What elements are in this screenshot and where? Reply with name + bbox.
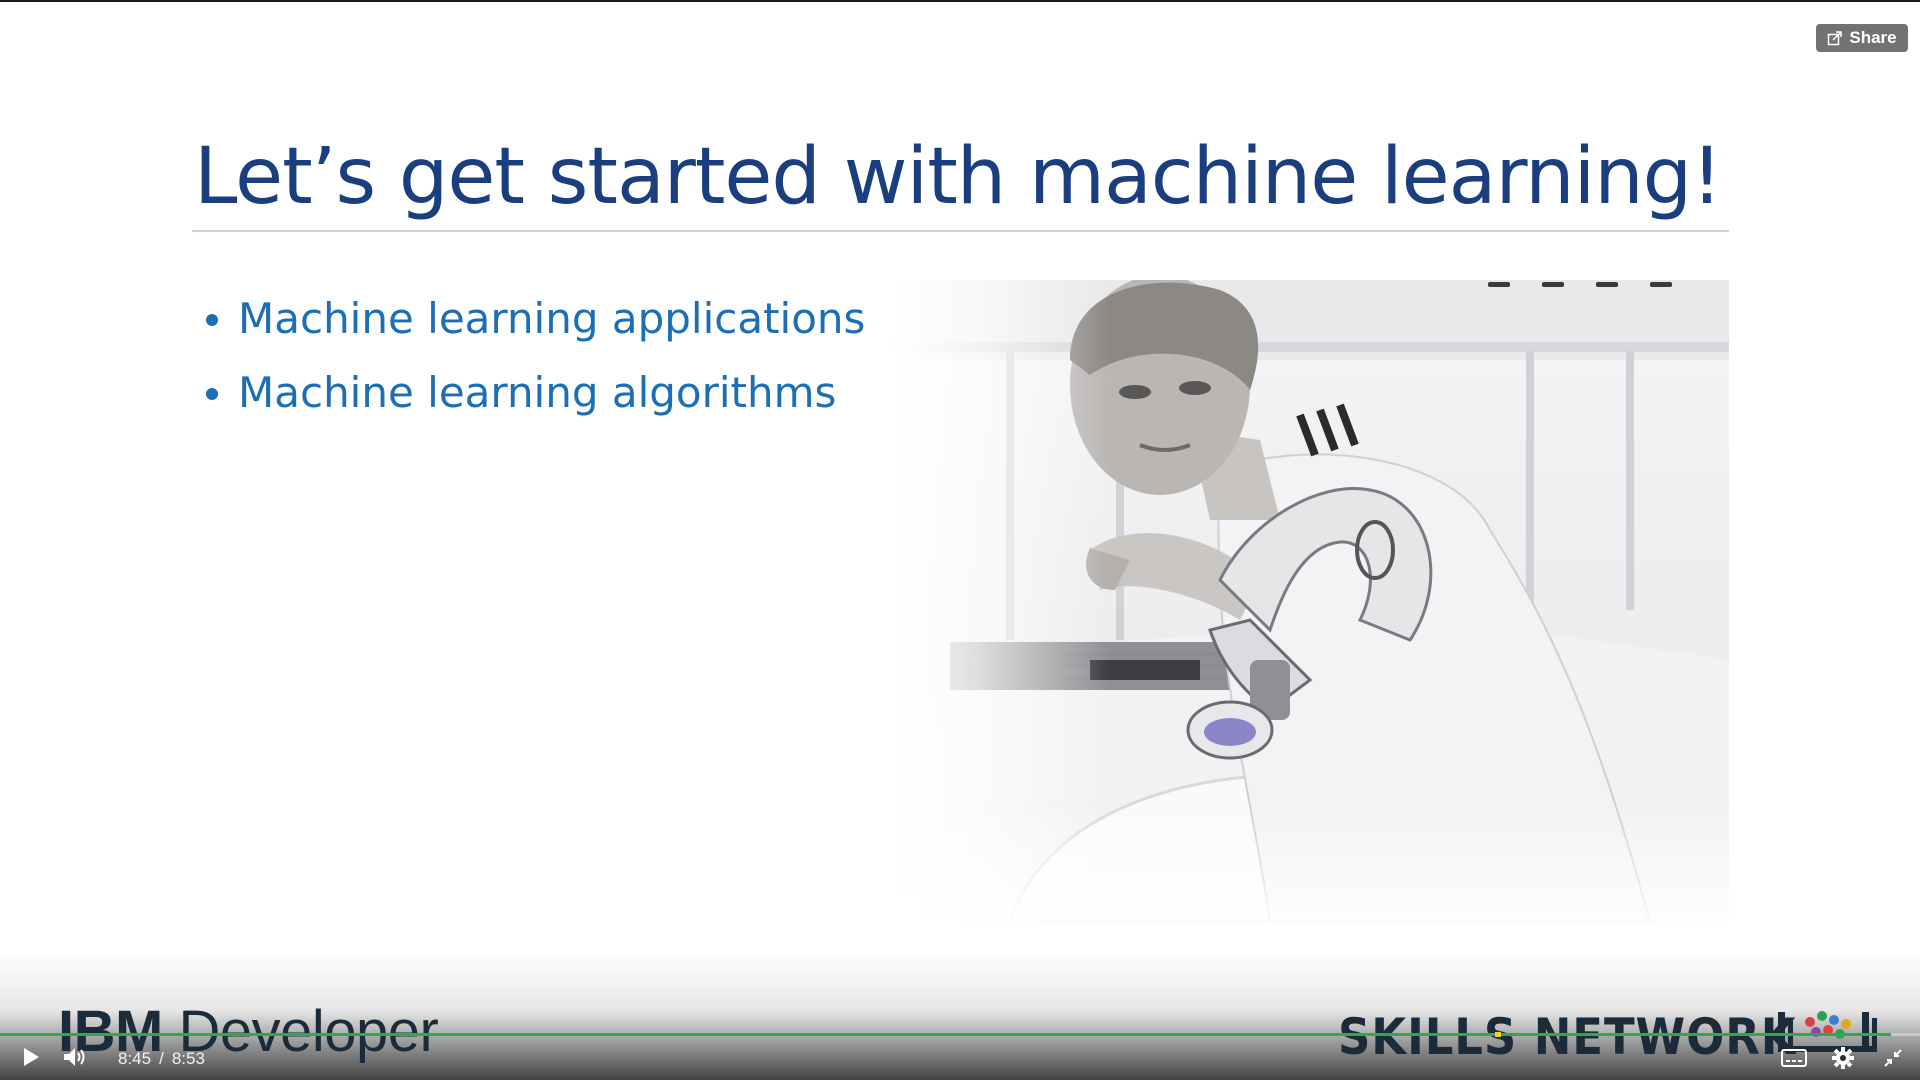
- bullet-dot-icon: [206, 388, 218, 400]
- video-player[interactable]: Let’s get started with machine learning!…: [0, 0, 1920, 1080]
- share-icon: [1827, 30, 1843, 46]
- captions-button[interactable]: [1780, 1048, 1808, 1072]
- bullet-text: Machine learning applications: [238, 294, 866, 343]
- share-label: Share: [1849, 28, 1897, 47]
- share-button[interactable]: Share: [1816, 24, 1908, 52]
- volume-icon: [62, 1046, 88, 1073]
- chapter-marker[interactable]: [1495, 1032, 1501, 1037]
- exit-fullscreen-icon: [1883, 1048, 1903, 1073]
- bullet-text: Machine learning algorithms: [238, 368, 837, 417]
- progress-fill: [0, 1033, 1892, 1036]
- bullet-item: Machine learning applications: [204, 294, 865, 368]
- exit-fullscreen-button[interactable]: [1880, 1047, 1906, 1073]
- current-time: 8:45: [118, 1049, 152, 1068]
- play-button[interactable]: [18, 1046, 44, 1072]
- bullet-item: Machine learning algorithms: [204, 368, 865, 442]
- title-divider: [192, 230, 1729, 232]
- bullet-dot-icon: [206, 314, 218, 326]
- man-with-robotic-arm-photo: [890, 280, 1729, 922]
- play-icon: [22, 1047, 40, 1072]
- settings-icon: [1832, 1046, 1854, 1074]
- slide-bullet-list: Machine learning applications Machine le…: [204, 294, 865, 442]
- slide-title: Let’s get started with machine learning!: [194, 132, 1722, 222]
- settings-button[interactable]: [1830, 1046, 1856, 1074]
- captions-icon: [1781, 1048, 1807, 1072]
- volume-button[interactable]: [60, 1046, 90, 1072]
- playback-time: 8:45 / 8:53: [118, 1049, 205, 1069]
- progress-bar[interactable]: [0, 1033, 1920, 1036]
- player-controls: [0, 1038, 1920, 1080]
- time-separator: /: [159, 1049, 164, 1068]
- duration: 8:53: [171, 1049, 205, 1068]
